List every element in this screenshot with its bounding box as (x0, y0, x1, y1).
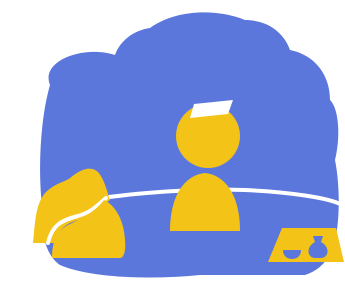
meeting-illustration-icon (33, 12, 344, 278)
illustration-canvas (0, 0, 345, 291)
